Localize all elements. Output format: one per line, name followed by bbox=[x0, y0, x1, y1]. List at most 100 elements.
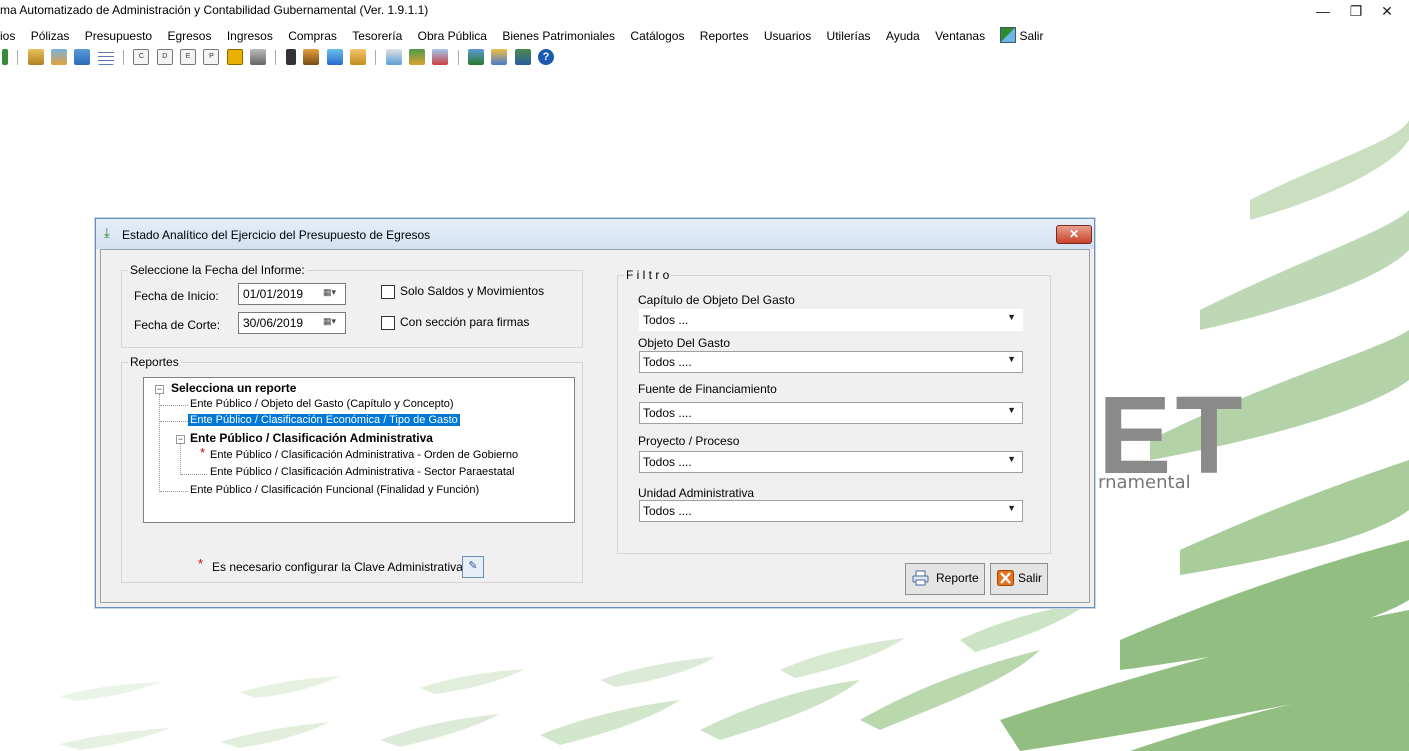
clipboard-icon[interactable] bbox=[285, 49, 296, 65]
table-icon[interactable] bbox=[97, 49, 114, 65]
close-window-button[interactable]: ✕ bbox=[1367, 0, 1407, 22]
box-c-icon[interactable]: C bbox=[133, 49, 150, 65]
package-icon[interactable] bbox=[349, 49, 366, 65]
edit-clave-button[interactable]: ✎ bbox=[462, 556, 484, 578]
firmas-checkbox[interactable] bbox=[381, 316, 395, 330]
report-icon[interactable] bbox=[385, 49, 402, 65]
calendar-icon[interactable]: ▦▾ bbox=[323, 287, 341, 300]
app-icon: ⤓ bbox=[104, 225, 110, 240]
background-tagline: rnamental bbox=[1098, 472, 1191, 493]
proyecto-select[interactable]: Todos .... ▼ bbox=[639, 451, 1023, 473]
reporte-button[interactable]: Reporte bbox=[905, 563, 985, 595]
end-date-picker[interactable]: 30/06/2019 ▦▾ bbox=[238, 312, 346, 334]
required-star: * bbox=[200, 445, 206, 460]
document-list-icon[interactable] bbox=[74, 49, 91, 65]
box-e-icon[interactable]: E bbox=[180, 49, 197, 65]
menu-polizas[interactable]: Pólizas bbox=[25, 26, 76, 43]
help-icon[interactable]: ? bbox=[537, 49, 554, 65]
dialog-close-button[interactable]: ✕ bbox=[1056, 225, 1092, 244]
reporte-button-label: Reporte bbox=[936, 571, 979, 585]
menu-tesoreria[interactable]: Tesorería bbox=[346, 26, 408, 43]
save-icon[interactable] bbox=[514, 49, 531, 65]
tree-line bbox=[160, 421, 188, 422]
menu-bienes-patrimoniales[interactable]: Bienes Patrimoniales bbox=[496, 26, 621, 43]
users-icon[interactable] bbox=[432, 49, 449, 65]
unidad-select[interactable]: Todos .... ▼ bbox=[639, 500, 1023, 522]
tree-item-sector-paraestatal[interactable]: Ente Público / Clasificación Administrat… bbox=[210, 466, 514, 478]
printer-icon[interactable] bbox=[250, 49, 267, 65]
toolbar-separator bbox=[17, 50, 19, 65]
report-tree[interactable]: − Selecciona un reporte Ente Público / O… bbox=[143, 377, 575, 523]
menu-ingresos[interactable]: Ingresos bbox=[221, 26, 279, 43]
tree-line bbox=[160, 491, 188, 492]
tree-item-objeto-gasto[interactable]: Ente Público / Objeto del Gasto (Capítul… bbox=[190, 398, 454, 410]
menu-ventanas[interactable]: Ventanas bbox=[929, 26, 991, 43]
tree-line bbox=[160, 405, 188, 406]
menu-ayuda[interactable]: Ayuda bbox=[880, 26, 926, 43]
database-icon[interactable] bbox=[27, 49, 44, 65]
menu-salir[interactable]: Salir bbox=[994, 24, 1049, 43]
objeto-value: Todos .... bbox=[643, 355, 692, 369]
box-p-icon[interactable]: P bbox=[203, 49, 220, 65]
edit-icon[interactable] bbox=[303, 49, 320, 65]
end-date-label: Fecha de Corte: bbox=[134, 318, 221, 332]
menu-reportes[interactable]: Reportes bbox=[694, 26, 755, 43]
menu-presupuesto[interactable]: Presupuesto bbox=[79, 26, 158, 43]
reports-group-legend: Reportes bbox=[130, 355, 179, 369]
fuente-select[interactable]: Todos .... ▼ bbox=[639, 402, 1023, 424]
tree-line bbox=[159, 394, 160, 492]
window-title: ma Automatizado de Administración y Cont… bbox=[0, 3, 429, 17]
calendar-icon[interactable]: ▦▾ bbox=[323, 316, 341, 329]
printer-icon bbox=[912, 570, 929, 586]
capitulo-value: Todos ... bbox=[643, 313, 689, 327]
objeto-label: Objeto Del Gasto bbox=[638, 336, 731, 350]
capitulo-label: Capítulo de Objeto Del Gasto bbox=[638, 293, 795, 307]
transfer-icon[interactable] bbox=[51, 49, 68, 65]
menu-catalogos-partial[interactable]: ios bbox=[0, 26, 21, 43]
tree-item-clasificacion-funcional[interactable]: Ente Público / Clasificación Funcional (… bbox=[190, 484, 479, 496]
unidad-value: Todos .... bbox=[643, 504, 692, 518]
fuente-value: Todos .... bbox=[643, 406, 692, 420]
collapse-icon[interactable]: − bbox=[155, 385, 164, 394]
menu-catalogos[interactable]: Catálogos bbox=[624, 26, 690, 43]
start-date-label: Fecha de Inicio: bbox=[134, 289, 219, 303]
dialog-body: Seleccione la Fecha del Informe: Fecha d… bbox=[100, 249, 1090, 603]
dropdown-arrow-icon: ▼ bbox=[1007, 312, 1016, 322]
capitulo-select[interactable]: Todos ... ▼ bbox=[639, 309, 1023, 331]
toolbar: C D E P ? bbox=[0, 46, 620, 70]
user-config-icon[interactable] bbox=[491, 49, 508, 65]
hierarchy-icon[interactable] bbox=[467, 49, 484, 65]
solo-saldos-label: Solo Saldos y Movimientos bbox=[400, 284, 545, 298]
objeto-select[interactable]: Todos .... ▼ bbox=[639, 351, 1023, 373]
toolbar-grip-icon bbox=[2, 49, 8, 65]
close-icon bbox=[997, 570, 1014, 586]
date-group-legend: Seleccione la Fecha del Informe: bbox=[130, 263, 305, 277]
dropdown-arrow-icon: ▼ bbox=[1007, 405, 1016, 415]
tree-root[interactable]: Selecciona un reporte bbox=[171, 381, 296, 395]
solo-saldos-checkbox[interactable] bbox=[381, 285, 395, 299]
menu-utilerias[interactable]: Utilerías bbox=[821, 26, 877, 43]
collapse-icon[interactable]: − bbox=[176, 435, 185, 444]
menu-compras[interactable]: Compras bbox=[282, 26, 343, 43]
fuente-label: Fuente de Financiamiento bbox=[638, 382, 777, 396]
toolbar-separator bbox=[457, 50, 459, 65]
salir-button[interactable]: Salir bbox=[990, 563, 1048, 595]
toolbar-separator bbox=[375, 50, 377, 65]
dropdown-arrow-icon: ▼ bbox=[1007, 454, 1016, 464]
tools-icon[interactable] bbox=[408, 49, 425, 65]
box-d-icon[interactable]: D bbox=[156, 49, 173, 65]
truck-icon[interactable] bbox=[326, 49, 343, 65]
menu-obra-publica[interactable]: Obra Pública bbox=[412, 26, 493, 43]
proyecto-label: Proyecto / Proceso bbox=[638, 434, 740, 448]
menu-usuarios[interactable]: Usuarios bbox=[758, 26, 817, 43]
title-bar: ma Automatizado de Administración y Cont… bbox=[0, 0, 1409, 22]
tree-item-orden-gobierno[interactable]: Ente Público / Clasificación Administrat… bbox=[210, 449, 518, 461]
filter-group-legend: F i l t r o bbox=[626, 268, 670, 282]
start-date-picker[interactable]: 01/01/2019 ▦▾ bbox=[238, 283, 346, 305]
toolbar-separator bbox=[275, 50, 277, 65]
menu-egresos[interactable]: Egresos bbox=[161, 26, 217, 43]
tree-node-administrativa[interactable]: Ente Público / Clasificación Administrat… bbox=[190, 431, 433, 445]
badge-icon[interactable] bbox=[226, 49, 243, 65]
proyecto-value: Todos .... bbox=[643, 455, 692, 469]
tree-item-clasificacion-economica[interactable]: Ente Público / Clasificación Económica /… bbox=[188, 414, 460, 426]
